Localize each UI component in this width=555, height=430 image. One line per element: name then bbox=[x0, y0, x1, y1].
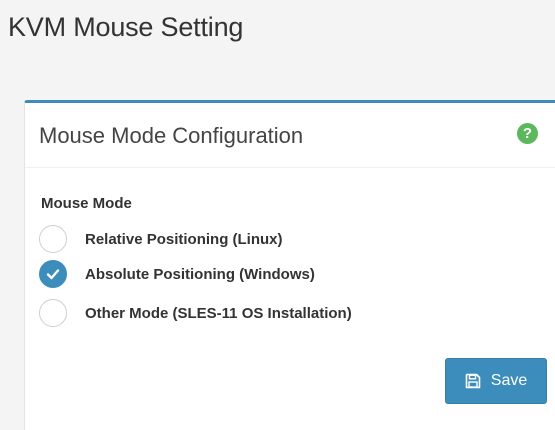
radio-option-other[interactable]: Other Mode (SLES-11 OS Installation) bbox=[39, 297, 352, 329]
mouse-mode-panel: Mouse Mode Configuration ? Mouse Mode Re… bbox=[24, 100, 555, 430]
radio-label-other: Other Mode (SLES-11 OS Installation) bbox=[85, 304, 352, 322]
question-circle-icon[interactable]: ? bbox=[517, 123, 538, 144]
panel-title: Mouse Mode Configuration bbox=[39, 123, 304, 148]
mouse-mode-label: Mouse Mode bbox=[41, 195, 132, 212]
radio-absolute-positioning[interactable] bbox=[39, 260, 67, 288]
checkmark-icon bbox=[46, 269, 60, 280]
floppy-disk-icon bbox=[465, 373, 481, 389]
radio-label-relative: Relative Positioning (Linux) bbox=[85, 230, 283, 248]
page-title: KVM Mouse Setting bbox=[8, 12, 244, 42]
radio-relative-positioning[interactable] bbox=[39, 225, 67, 253]
radio-label-absolute: Absolute Positioning (Windows) bbox=[85, 265, 315, 283]
save-button[interactable]: Save bbox=[445, 358, 547, 404]
panel-divider bbox=[25, 167, 555, 168]
radio-option-absolute[interactable]: Absolute Positioning (Windows) bbox=[39, 258, 315, 290]
radio-other-mode[interactable] bbox=[39, 299, 67, 327]
save-button-label: Save bbox=[490, 372, 528, 389]
radio-option-relative[interactable]: Relative Positioning (Linux) bbox=[39, 223, 283, 255]
